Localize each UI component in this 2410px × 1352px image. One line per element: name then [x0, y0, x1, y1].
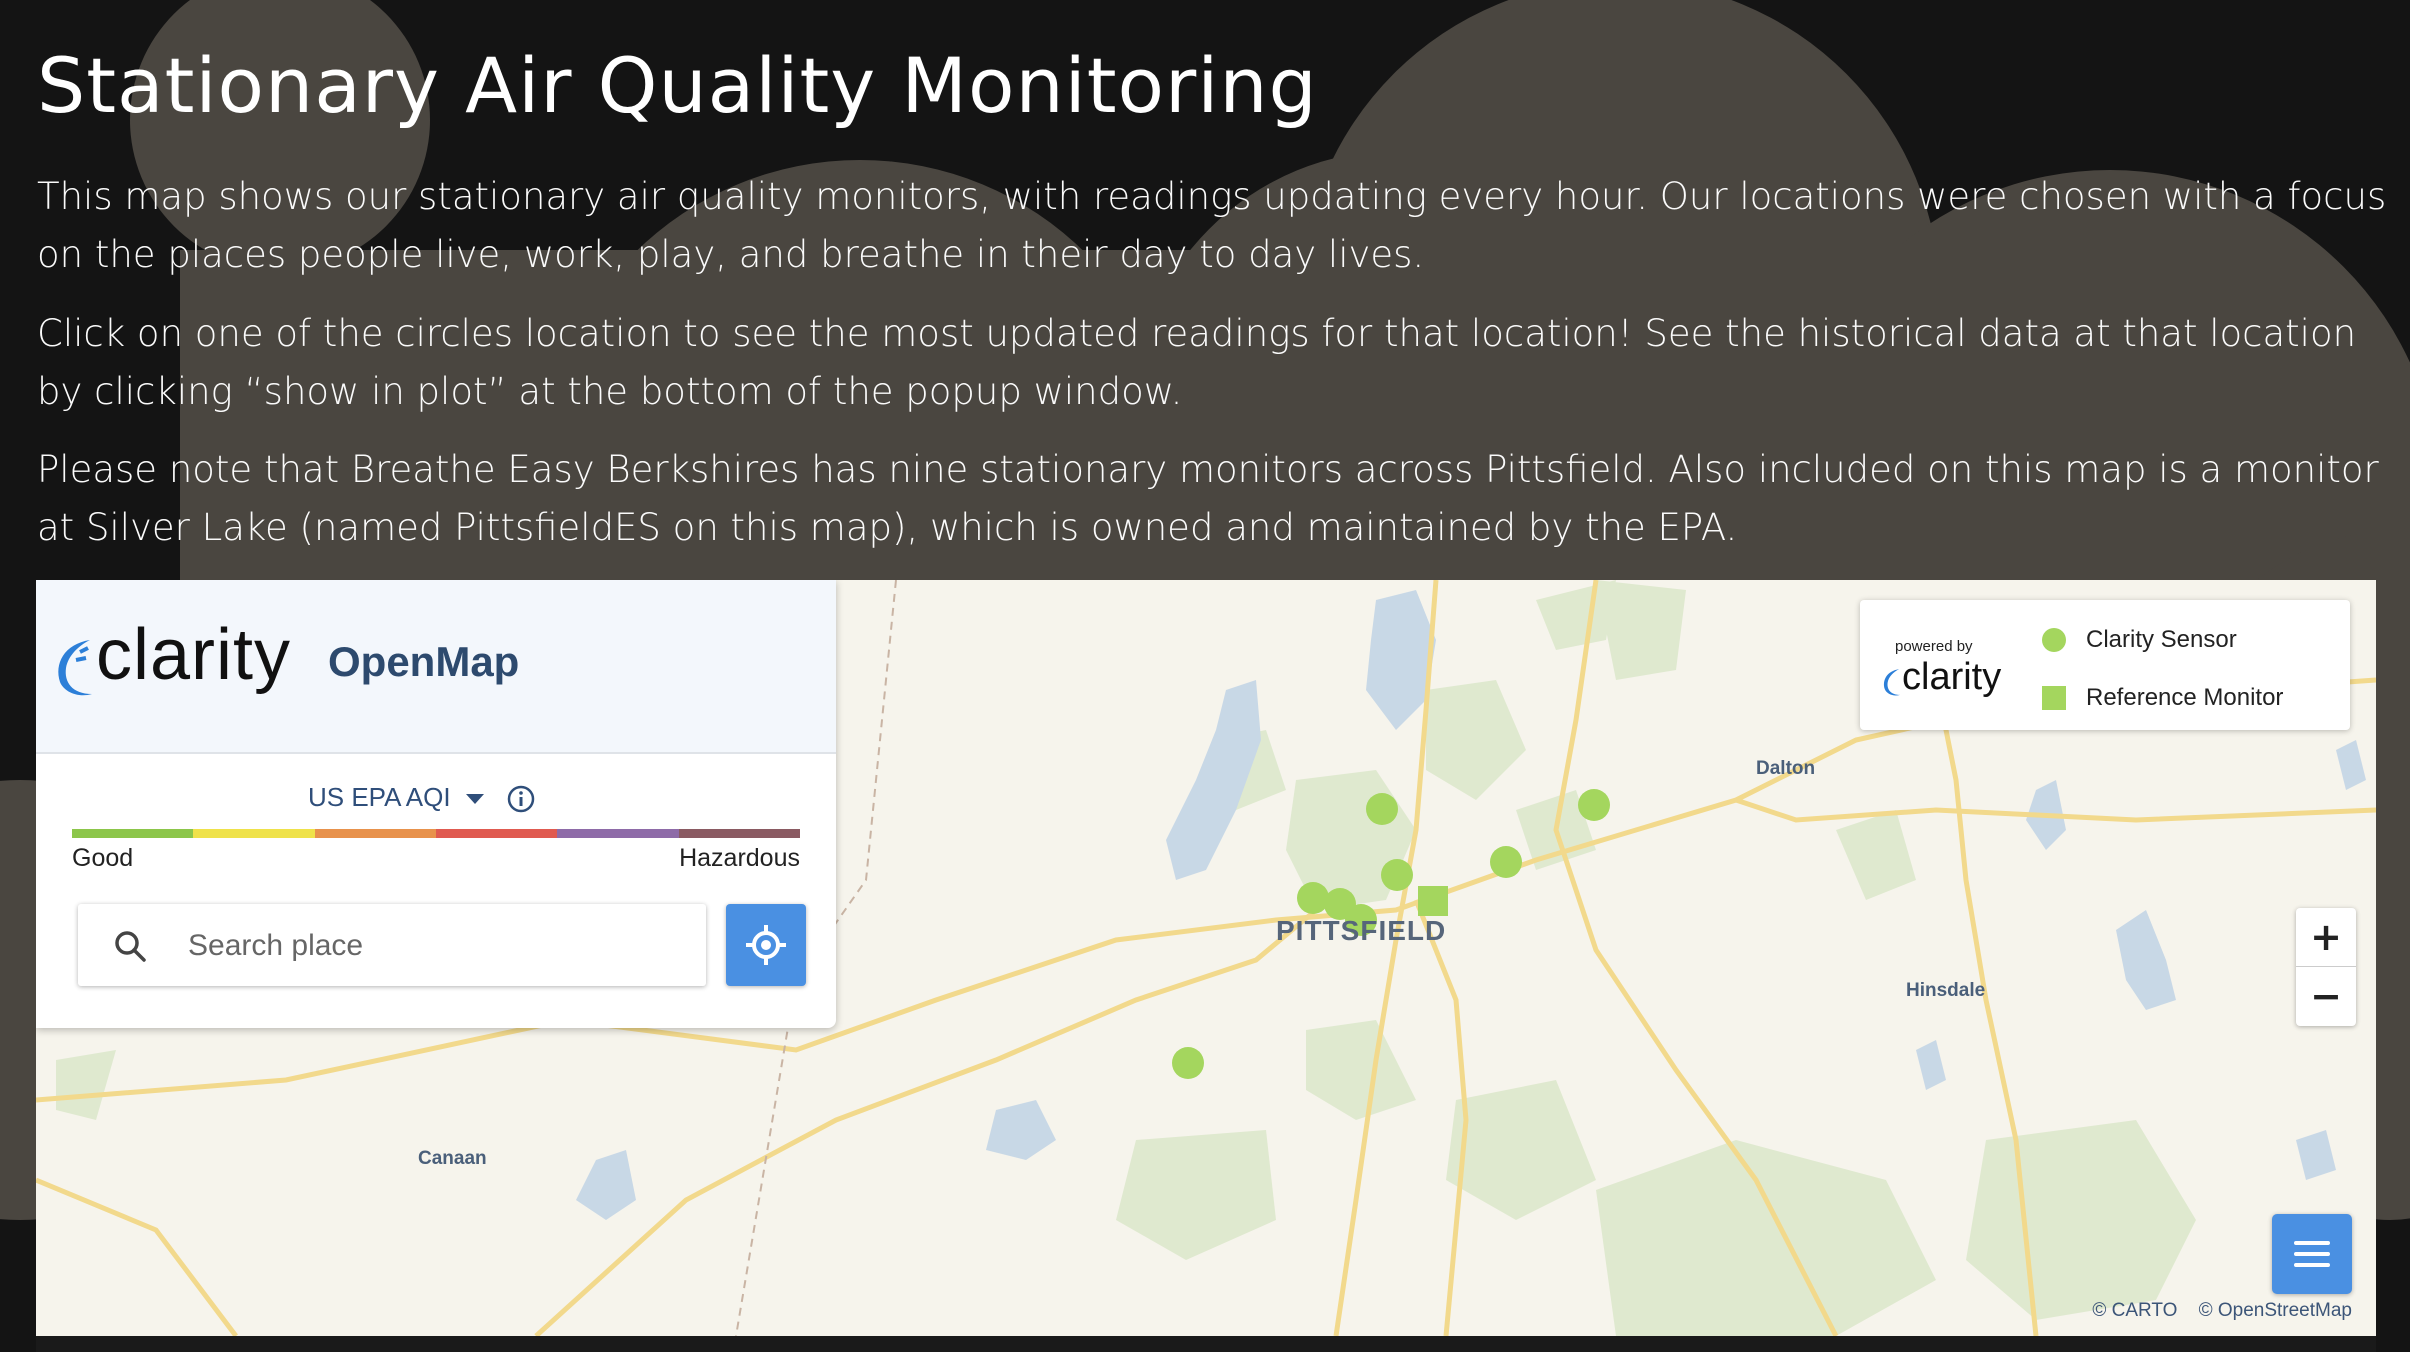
aqi-band	[557, 829, 679, 838]
legend-item-reference-monitor: Reference Monitor	[2086, 684, 2284, 711]
reference-legend-swatch	[2042, 686, 2066, 710]
menu-button[interactable]	[2272, 1214, 2352, 1294]
panel-header: clarity OpenMap	[36, 580, 836, 754]
locate-button[interactable]	[726, 904, 806, 986]
clarity-logo-icon	[1883, 669, 1901, 696]
aqi-color-scale	[72, 829, 800, 838]
air-quality-map[interactable]: PITTSFIELD Dalton Hinsdale Canaan clarit…	[36, 580, 2376, 1336]
locate-icon	[746, 925, 786, 965]
reference-monitor-marker[interactable]	[1418, 886, 1448, 916]
aqi-band	[314, 829, 436, 838]
page-title: Stationary Air Quality Monitoring	[37, 41, 1318, 130]
intro-paragraph-2: Click on one of the circles location to …	[37, 312, 2357, 413]
sensor-marker[interactable]	[1578, 789, 1610, 821]
legend-clarity-wordmark: clarity	[1902, 656, 2002, 698]
place-label-hinsdale: Hinsdale	[1906, 980, 1986, 1001]
attribution-carto[interactable]: © CARTO	[2092, 1300, 2177, 1321]
aqi-standard-select[interactable]: US EPA AQI	[308, 782, 486, 813]
scale-high-label: Hazardous	[679, 844, 800, 872]
sensor-marker[interactable]	[1381, 859, 1413, 891]
zoom-in-button[interactable]: +	[2296, 908, 2356, 967]
aqi-standard-label: US EPA AQI	[308, 782, 451, 812]
attribution-osm[interactable]: © OpenStreetMap	[2199, 1300, 2352, 1321]
scale-low-label: Good	[72, 844, 134, 872]
sensor-marker[interactable]	[1172, 1047, 1204, 1079]
map-attribution: © CARTO © OpenStreetMap	[2092, 1300, 2352, 1322]
sensor-marker[interactable]	[1297, 882, 1329, 914]
place-label-pittsfield: PITTSFIELD	[1276, 915, 1447, 946]
sensor-legend-swatch	[2042, 628, 2066, 652]
openmap-title: OpenMap	[328, 638, 520, 685]
aqi-band	[193, 829, 315, 838]
zoom-out-button[interactable]: −	[2296, 967, 2356, 1025]
hamburger-menu-icon	[2294, 1241, 2330, 1267]
search-input[interactable]	[186, 922, 670, 970]
search-icon	[115, 931, 146, 962]
sensor-marker[interactable]	[1366, 793, 1398, 825]
powered-by-label: powered by	[1895, 638, 1973, 655]
page-bottom-strip	[36, 1336, 2376, 1352]
map-legend: powered by clarity Clarity Sensor Refere…	[1860, 600, 2350, 730]
aqi-band	[435, 829, 558, 838]
legend-item-clarity-sensor: Clarity Sensor	[2086, 626, 2237, 653]
search-box	[78, 904, 706, 986]
place-label-canaan: Canaan	[418, 1148, 487, 1169]
map-control-panel: clarity OpenMap US EPA AQI Good Hazardou…	[36, 580, 836, 1028]
aqi-band	[678, 829, 800, 838]
intro-paragraph-1: This map shows our stationary air qualit…	[37, 175, 2387, 276]
clarity-logo-icon	[58, 640, 92, 696]
dropdown-caret-icon	[465, 794, 484, 805]
intro-paragraph-3: Please note that Breathe Easy Berkshires…	[37, 448, 2379, 549]
clarity-wordmark: clarity	[96, 615, 292, 695]
zoom-control: + −	[2296, 908, 2356, 1026]
aqi-band	[72, 829, 194, 838]
sensor-marker[interactable]	[1490, 846, 1522, 878]
place-label-dalton: Dalton	[1756, 758, 1816, 779]
info-icon[interactable]	[506, 784, 536, 814]
